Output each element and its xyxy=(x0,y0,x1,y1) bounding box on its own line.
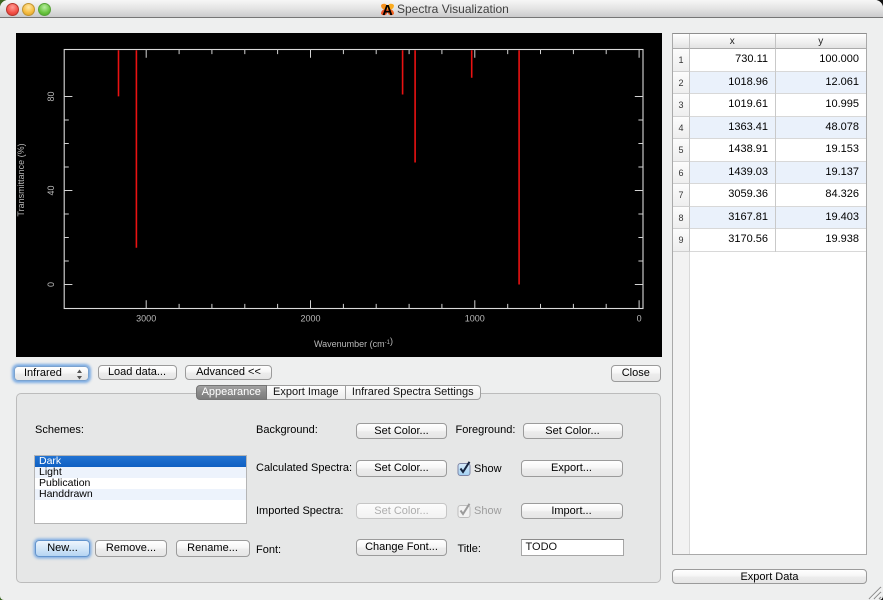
svg-text:Transmittance (%): Transmittance (%) xyxy=(16,143,26,216)
svg-text:0: 0 xyxy=(46,282,56,287)
svg-text:A: A xyxy=(382,3,393,17)
svg-text:3000: 3000 xyxy=(136,314,156,324)
svg-text:2000: 2000 xyxy=(300,314,320,324)
svg-text:1000: 1000 xyxy=(465,314,485,324)
svg-text:80: 80 xyxy=(46,91,56,101)
svg-text:40: 40 xyxy=(46,185,56,195)
svg-text:0: 0 xyxy=(637,314,642,324)
svg-text:Wavenumber (cm-1): Wavenumber (cm-1) xyxy=(314,336,393,349)
